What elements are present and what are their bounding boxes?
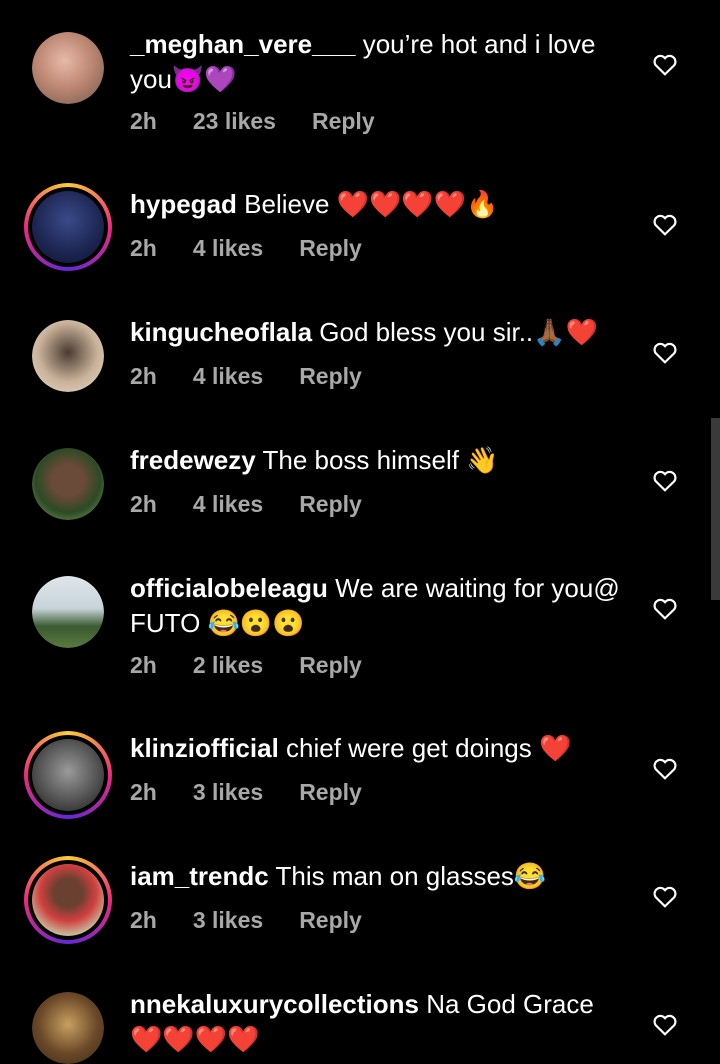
comment-username[interactable]: nnekaluxurycollections	[130, 989, 419, 1019]
comment-likes[interactable]: 2 likes	[193, 652, 263, 678]
comment-username[interactable]: klinziofficial	[130, 733, 279, 763]
reply-button[interactable]: Reply	[312, 108, 375, 134]
comment-body: The boss himself 👋	[255, 445, 499, 475]
comment-text: iam_trendc This man on glasses😂	[130, 859, 630, 894]
comment-time: 2h	[130, 491, 157, 517]
avatar[interactable]	[32, 448, 104, 520]
comment-body: This man on glasses😂	[268, 861, 547, 891]
comment-text: officialobeleagu We are waiting for you@…	[130, 571, 630, 641]
comment-meta: 2h 23 likes Reply	[130, 108, 411, 135]
comment-likes[interactable]: 4 likes	[193, 491, 263, 517]
avatar[interactable]	[32, 32, 104, 104]
avatar[interactable]	[24, 183, 112, 271]
comment-text: nnekaluxurycollections Na God Grace ❤️❤️…	[130, 987, 630, 1057]
heart-icon[interactable]	[652, 340, 678, 364]
comment-username[interactable]: officialobeleagu	[130, 573, 328, 603]
reply-button[interactable]: Reply	[299, 491, 362, 517]
reply-button[interactable]: Reply	[299, 779, 362, 805]
comment-likes[interactable]: 23 likes	[193, 108, 276, 134]
comment-time: 2h	[130, 235, 157, 261]
heart-icon[interactable]	[652, 468, 678, 492]
comment-meta: 2h 4 likes Reply	[130, 235, 398, 262]
reply-button[interactable]: Reply	[299, 235, 362, 261]
comment-time: 2h	[130, 108, 157, 134]
avatar[interactable]	[24, 731, 112, 819]
heart-icon[interactable]	[652, 212, 678, 236]
heart-icon[interactable]	[652, 756, 678, 780]
comment-likes[interactable]: 3 likes	[193, 779, 263, 805]
avatar[interactable]	[24, 856, 112, 944]
comment-text: _meghan_vere___ you’re hot and i love yo…	[130, 27, 630, 97]
comment-body: chief were get doings ❤️	[278, 733, 572, 763]
avatar[interactable]	[32, 576, 104, 648]
comment-username[interactable]: fredewezy	[130, 445, 256, 475]
comment-time: 2h	[130, 779, 157, 805]
comment-likes[interactable]: 3 likes	[193, 907, 263, 933]
reply-button[interactable]: Reply	[299, 652, 362, 678]
heart-icon[interactable]	[652, 52, 678, 76]
comment-text: kingucheoflala God bless you sir..🙏🏾❤️	[130, 315, 630, 350]
comment-meta: 2h 2 likes Reply	[130, 652, 398, 679]
comment-time: 2h	[130, 652, 157, 678]
comment-text: hypegad Believe ❤️❤️❤️❤️🔥	[130, 187, 630, 222]
comment-username[interactable]: iam_trendc	[130, 861, 269, 891]
comment-likes[interactable]: 4 likes	[193, 235, 263, 261]
comment-body: Believe ❤️❤️❤️❤️🔥	[236, 189, 499, 219]
scrollbar[interactable]	[711, 418, 720, 600]
comment-text: fredewezy The boss himself 👋	[130, 443, 630, 478]
comment-username[interactable]: hypegad	[130, 189, 237, 219]
heart-icon[interactable]	[652, 1012, 678, 1036]
avatar[interactable]	[32, 320, 104, 392]
comment-text: klinziofficial chief were get doings ❤️	[130, 731, 630, 766]
heart-icon[interactable]	[652, 884, 678, 908]
comment-username[interactable]: _meghan_vere___	[130, 29, 355, 59]
comment-body: God bless you sir..🙏🏾❤️	[312, 317, 598, 347]
comment-meta: 2h 3 likes Reply	[130, 907, 398, 934]
comment-time: 2h	[130, 363, 157, 389]
comment-meta: 2h 4 likes Reply	[130, 491, 398, 518]
comment-username[interactable]: kingucheoflala	[130, 317, 312, 347]
avatar[interactable]	[32, 992, 104, 1064]
comment-meta: 2h 4 likes Reply	[130, 363, 398, 390]
heart-icon[interactable]	[652, 596, 678, 620]
reply-button[interactable]: Reply	[299, 363, 362, 389]
comment-meta: 2h 3 likes Reply	[130, 779, 398, 806]
reply-button[interactable]: Reply	[299, 907, 362, 933]
comment-time: 2h	[130, 907, 157, 933]
comment-likes[interactable]: 4 likes	[193, 363, 263, 389]
